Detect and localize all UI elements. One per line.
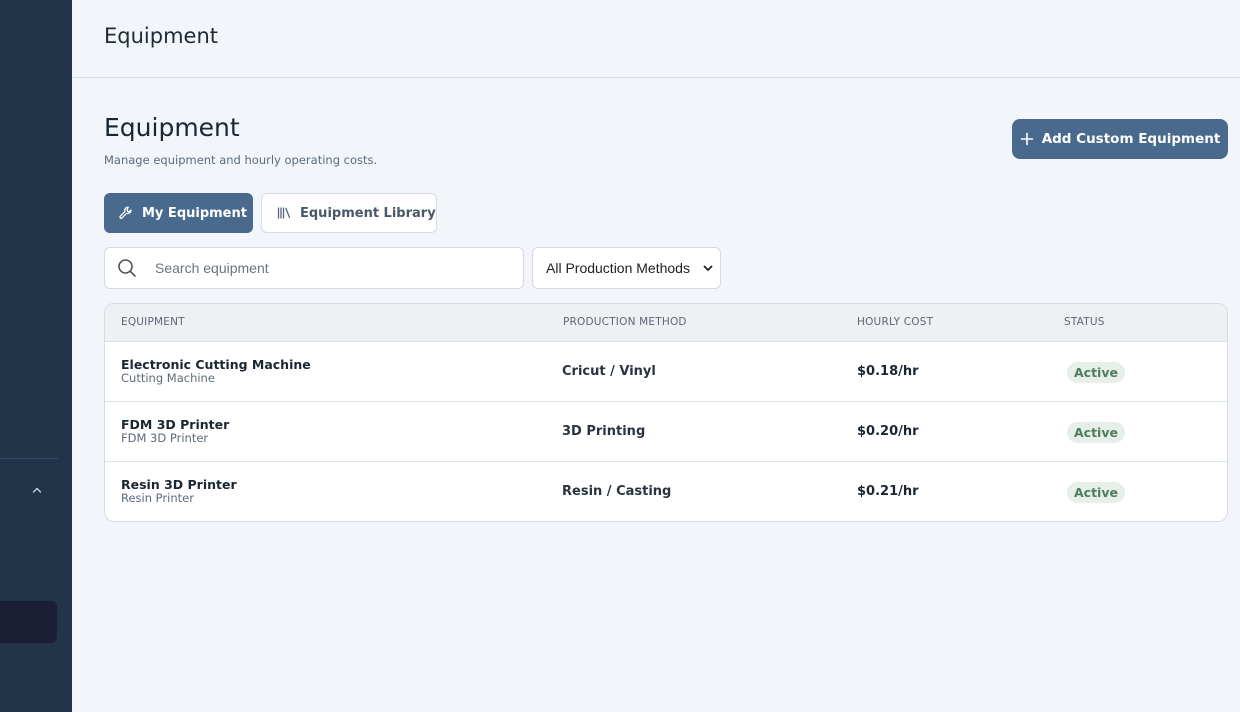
page-subtitle: Manage equipment and hourly operating co… xyxy=(104,153,378,167)
header-title: Equipment xyxy=(104,24,218,48)
production-method: 3D Printing xyxy=(562,424,646,439)
library-icon xyxy=(277,207,291,219)
tab-equipment-library-label: Equipment Library xyxy=(300,205,436,221)
production-method-select[interactable]: All Production Methods xyxy=(532,247,721,289)
table-row[interactable]: Resin 3D Printer Resin Printer Resin / C… xyxy=(105,462,1227,521)
tab-my-equipment-label: My Equipment xyxy=(142,205,247,221)
hourly-cost: $0.20/hr xyxy=(857,424,919,439)
production-method-selected: All Production Methods xyxy=(546,260,690,276)
tab-my-equipment[interactable]: My Equipment xyxy=(104,193,253,233)
table-row[interactable]: FDM 3D Printer FDM 3D Printer 3D Printin… xyxy=(105,402,1227,462)
equipment-table: EQUIPMENT PRODUCTION METHOD HOURLY COST … xyxy=(104,303,1228,522)
search-input[interactable] xyxy=(155,260,485,276)
sidebar-active-item[interactable] xyxy=(0,601,57,643)
column-header-production-method: PRODUCTION METHOD xyxy=(563,316,687,328)
hourly-cost: $0.21/hr xyxy=(857,484,919,499)
equipment-type: FDM 3D Printer xyxy=(121,431,209,445)
equipment-name: Electronic Cutting Machine xyxy=(121,357,311,372)
top-header: Equipment xyxy=(72,0,1240,78)
status-badge: Active xyxy=(1067,362,1125,383)
plus-icon xyxy=(1020,132,1033,146)
wrench-icon xyxy=(119,206,132,219)
hourly-cost: $0.18/hr xyxy=(857,364,919,379)
column-header-status: STATUS xyxy=(1064,316,1105,328)
sidebar-divider xyxy=(0,458,58,459)
search-box xyxy=(104,247,524,289)
chevron-down-icon xyxy=(703,265,713,271)
status-badge: Active xyxy=(1067,422,1125,443)
status-badge: Active xyxy=(1067,482,1125,503)
tab-equipment-library[interactable]: Equipment Library xyxy=(261,193,437,233)
equipment-type: Resin Printer xyxy=(121,491,194,505)
table-row[interactable]: Electronic Cutting Machine Cutting Machi… xyxy=(105,342,1227,402)
column-header-equipment: EQUIPMENT xyxy=(121,316,185,328)
add-custom-equipment-button[interactable]: Add Custom Equipment xyxy=(1012,119,1228,159)
sidebar xyxy=(0,0,72,712)
add-button-label: Add Custom Equipment xyxy=(1041,131,1221,147)
table-header: EQUIPMENT PRODUCTION METHOD HOURLY COST … xyxy=(105,304,1227,342)
equipment-type: Cutting Machine xyxy=(121,371,215,385)
search-icon xyxy=(118,259,136,277)
equipment-name: FDM 3D Printer xyxy=(121,417,230,432)
equipment-name: Resin 3D Printer xyxy=(121,477,237,492)
production-method: Cricut / Vinyl xyxy=(562,364,656,379)
page-title: Equipment xyxy=(104,113,240,142)
production-method: Resin / Casting xyxy=(562,484,672,499)
column-header-hourly-cost: HOURLY COST xyxy=(857,316,934,328)
chevron-up-icon[interactable] xyxy=(29,482,45,498)
